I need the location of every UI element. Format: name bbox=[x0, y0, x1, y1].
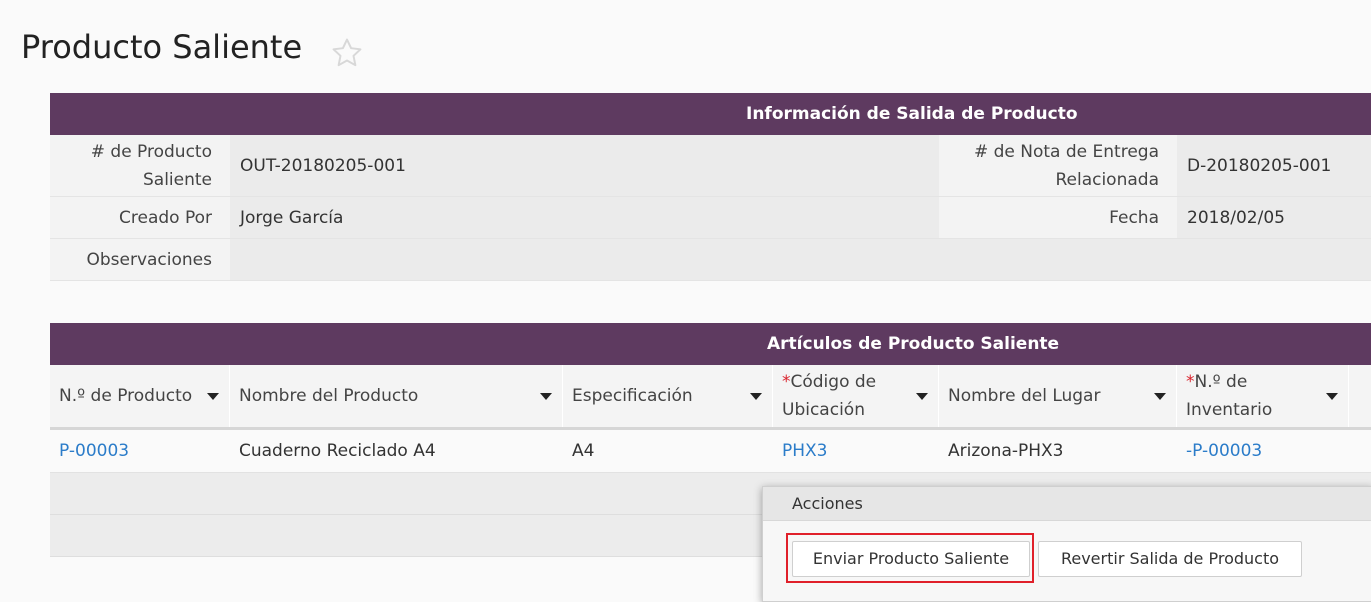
table-row: P-00003 Cuaderno Reciclado A4 A4 PHX3 Ar… bbox=[50, 430, 1371, 473]
column-header-product-name[interactable]: Nombre del Producto bbox=[230, 365, 563, 427]
column-label: Nombre del Producto bbox=[239, 386, 419, 406]
created-by-value: Jorge García bbox=[230, 197, 939, 238]
date-label: Fecha bbox=[939, 197, 1177, 238]
column-header-location-code[interactable]: *Código de Ubicación bbox=[773, 365, 939, 427]
items-panel-title: Artículos de Producto Saliente bbox=[767, 334, 1060, 354]
spec-cell: A4 bbox=[572, 441, 595, 461]
column-label: N.º de Producto bbox=[59, 386, 193, 406]
highlight-box bbox=[786, 533, 1034, 583]
location-code-link[interactable]: PHX3 bbox=[773, 430, 939, 472]
outbound-no-label: # de Producto Saliente bbox=[50, 135, 230, 196]
column-label: *N.º de Inventario bbox=[1186, 368, 1296, 424]
items-table-header: N.º de Producto Nombre del Producto Espe… bbox=[50, 365, 1371, 430]
sort-caret-icon[interactable] bbox=[207, 393, 219, 400]
column-label: Especificación bbox=[572, 386, 693, 406]
items-panel-header: Artículos de Producto Saliente bbox=[50, 323, 1371, 365]
created-by-label: Creado Por bbox=[50, 197, 230, 238]
delivery-note-label: # de Nota de Entrega Relacionada bbox=[939, 135, 1177, 196]
revert-outbound-button[interactable]: Revertir Salida de Producto bbox=[1038, 541, 1302, 577]
required-asterisk: * bbox=[1186, 372, 1195, 392]
column-label: *Código de Ubicación bbox=[782, 368, 892, 424]
delivery-note-value: D-20180205-001 bbox=[1177, 135, 1371, 196]
info-row-2: Creado Por Jorge García Fecha 2018/02/05 bbox=[50, 197, 1371, 239]
info-panel-title: Información de Salida de Producto bbox=[746, 104, 1078, 124]
inventory-no-link[interactable]: -P-00003 bbox=[1177, 430, 1349, 472]
favorite-star-icon[interactable] bbox=[330, 36, 364, 70]
sort-caret-icon[interactable] bbox=[1154, 393, 1166, 400]
info-panel-header: Información de Salida de Producto bbox=[50, 93, 1371, 135]
sort-caret-icon[interactable] bbox=[750, 393, 762, 400]
required-asterisk: * bbox=[782, 372, 791, 392]
column-label-text: Código de Ubicación bbox=[782, 372, 877, 420]
actions-popup-title: Acciones bbox=[763, 487, 1371, 521]
column-header-place-name[interactable]: Nombre del Lugar bbox=[939, 365, 1177, 427]
info-row-1: # de Producto Saliente OUT-20180205-001 … bbox=[50, 135, 1371, 197]
outbound-info-panel: Información de Salida de Producto # de P… bbox=[50, 93, 1371, 281]
page-title: Producto Saliente bbox=[21, 28, 303, 66]
place-name-cell: Arizona-PHX3 bbox=[948, 441, 1064, 461]
sort-caret-icon[interactable] bbox=[1326, 393, 1338, 400]
sort-caret-icon[interactable] bbox=[540, 393, 552, 400]
column-label-text: N.º de Inventario bbox=[1186, 372, 1273, 420]
column-label: Nombre del Lugar bbox=[948, 386, 1101, 406]
notes-label: Observaciones bbox=[50, 239, 230, 280]
product-no-link[interactable]: P-00003 bbox=[50, 430, 230, 472]
notes-value bbox=[230, 239, 1371, 280]
product-name-cell: Cuaderno Reciclado A4 bbox=[239, 441, 436, 461]
column-header-product-no[interactable]: N.º de Producto bbox=[50, 365, 230, 427]
outbound-no-value: OUT-20180205-001 bbox=[230, 135, 939, 196]
column-header-extra bbox=[1349, 365, 1371, 427]
sort-caret-icon[interactable] bbox=[916, 393, 928, 400]
info-row-3: Observaciones bbox=[50, 239, 1371, 281]
column-header-spec[interactable]: Especificación bbox=[563, 365, 773, 427]
date-value: 2018/02/05 bbox=[1177, 197, 1371, 238]
column-header-inventory-no[interactable]: *N.º de Inventario bbox=[1177, 365, 1349, 427]
